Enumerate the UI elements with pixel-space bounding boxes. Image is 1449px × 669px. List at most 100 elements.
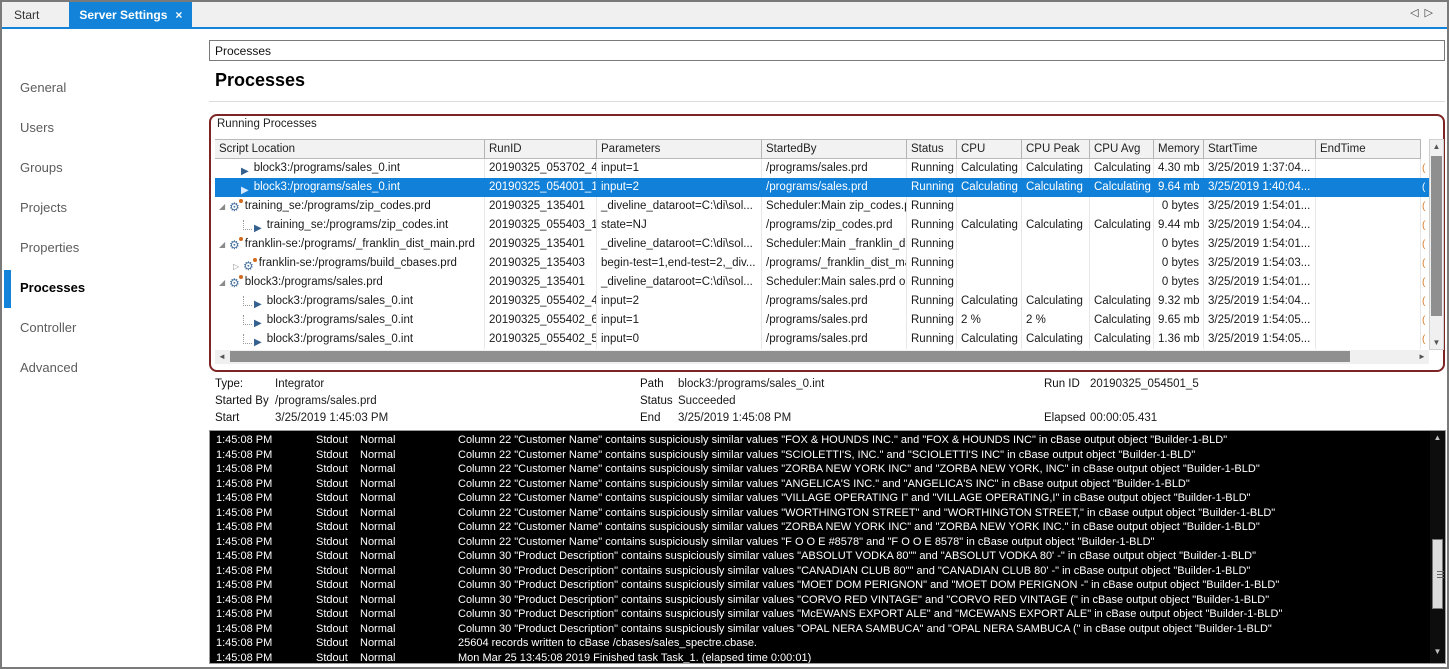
process-row[interactable]: ▶block3:/programs/sales_0.int20190325_05… (215, 311, 1429, 330)
log-line: 1:45:08 PMStdoutNormalColumn 22 "Custome… (210, 462, 1429, 477)
cell-cpu_avg: Calculating (1090, 330, 1154, 349)
column-header-cpu_avg[interactable]: CPU Avg (1090, 140, 1154, 158)
type-label: Type: (215, 378, 243, 390)
chevron-right-icon[interactable]: ▷ (1425, 7, 1439, 19)
cell-params: state=NJ (597, 216, 762, 235)
process-row[interactable]: ◢⚙block3:/programs/sales.prd20190325_135… (215, 273, 1429, 292)
cell-memory: 0 bytes (1154, 235, 1204, 254)
tab-bar: Start Server Settings × (2, 2, 1447, 29)
process-table-body: ▶block3:/programs/sales_0.int20190325_05… (215, 159, 1429, 350)
console-scroll-down-icon[interactable]: ▼ (1430, 645, 1445, 659)
cell-runid: 20190325_055403_1 (485, 216, 597, 235)
settings-search-input[interactable] (209, 40, 1445, 61)
vertical-scroll-thumb[interactable] (1431, 156, 1442, 316)
cell-params: begin-test=1,end-test=2,_div... (597, 254, 762, 273)
process-row[interactable]: ▶block3:/programs/sales_0.int20190325_05… (215, 330, 1429, 349)
process-row[interactable]: ▶training_se:/programs/zip_codes.int2019… (215, 216, 1429, 235)
run-id-value: 20190325_054501_5 (1090, 378, 1199, 390)
column-header-memory[interactable]: Memory (1154, 140, 1204, 158)
cell-end (1316, 292, 1421, 311)
tree-expanded-icon[interactable]: ◢ (219, 197, 229, 216)
cell-params: input=1 (597, 159, 762, 178)
console-scroll-thumb[interactable] (1432, 539, 1443, 609)
scroll-right-icon[interactable]: ► (1415, 350, 1429, 364)
tree-expanded-icon[interactable]: ◢ (219, 235, 229, 254)
sidebar-item-groups[interactable]: Groups (20, 160, 63, 180)
process-icon: ⚙ (229, 201, 240, 213)
tab-start[interactable]: Start (2, 2, 51, 27)
table-vertical-scrollbar[interactable]: ▲ ▼ (1429, 139, 1444, 350)
sidebar-item-general[interactable]: General (20, 80, 66, 100)
column-header-runid[interactable]: RunID (485, 140, 597, 158)
close-icon[interactable]: × (175, 8, 182, 22)
process-row[interactable]: ◢⚙training_se:/programs/zip_codes.prd201… (215, 197, 1429, 216)
cell-params: _diveline_dataroot=C:\di\sol... (597, 235, 762, 254)
cell-cpu (957, 235, 1022, 254)
clipped-column-glyph: ( (1422, 178, 1429, 197)
sidebar-item-processes[interactable]: Processes (20, 280, 85, 300)
sidebar-item-advanced[interactable]: Advanced (20, 360, 78, 380)
end-label: End (640, 412, 660, 424)
tree-collapsed-icon[interactable]: ▷ (233, 257, 243, 274)
chevron-left-icon[interactable]: ◁ (1410, 7, 1424, 19)
cell-end (1316, 235, 1421, 254)
sidebar-item-projects[interactable]: Projects (20, 200, 67, 220)
scroll-up-icon[interactable]: ▲ (1430, 140, 1443, 153)
title-divider (209, 101, 1445, 102)
cell-params: _diveline_dataroot=C:\di\sol... (597, 273, 762, 292)
table-horizontal-scrollbar[interactable]: ◄ ► (215, 350, 1429, 364)
tab-server-settings[interactable]: Server Settings × (69, 2, 192, 27)
log-stream: Stdout (316, 477, 348, 492)
log-level: Normal (360, 607, 395, 622)
process-row[interactable]: ◢⚙franklin-se:/programs/_franklin_dist_m… (215, 235, 1429, 254)
log-line: 1:45:08 PMStdoutNormalColumn 22 "Custome… (210, 535, 1429, 550)
cell-end (1316, 330, 1421, 349)
cell-start: 3/25/2019 1:54:05... (1204, 311, 1316, 330)
log-level: Normal (360, 520, 395, 535)
type-value: Integrator (275, 378, 324, 390)
column-header-startedby[interactable]: StartedBy (762, 140, 907, 158)
column-header-cpu_peak[interactable]: CPU Peak (1022, 140, 1090, 158)
cell-startedby: /programs/sales.prd (762, 311, 907, 330)
log-stream: Stdout (316, 433, 348, 448)
console-vertical-scrollbar[interactable]: ▲ ▼ (1430, 431, 1445, 663)
column-header-params[interactable]: Parameters (597, 140, 762, 158)
cell-status: Running (907, 311, 957, 330)
start-label: Start (215, 412, 239, 424)
detail-start: Start 3/25/2019 1:45:03 PM (215, 412, 239, 424)
sidebar-item-controller[interactable]: Controller (20, 320, 76, 340)
process-row[interactable]: ▶block3:/programs/sales_0.int20190325_05… (215, 292, 1429, 311)
log-time: 1:45:08 PM (216, 636, 272, 651)
cell-runid: 20190325_135401 (485, 197, 597, 216)
cell-start: 3/25/2019 1:37:04... (1204, 159, 1316, 178)
log-line: 1:45:08 PMStdoutNormalColumn 30 "Product… (210, 549, 1429, 564)
cell-startedby: Scheduler:Main _franklin_dis... (762, 235, 907, 254)
log-time: 1:45:08 PM (216, 578, 272, 593)
log-console[interactable]: 1:45:08 PMStdoutNormalColumn 22 "Custome… (209, 430, 1446, 664)
column-header-start[interactable]: StartTime (1204, 140, 1316, 158)
cell-status: Running (907, 254, 957, 273)
clipped-column-glyph: ( (1422, 292, 1429, 311)
console-scroll-up-icon[interactable]: ▲ (1430, 431, 1445, 445)
scroll-down-icon[interactable]: ▼ (1430, 336, 1443, 349)
column-header-cpu[interactable]: CPU (957, 140, 1022, 158)
log-line: 1:45:08 PMStdoutNormalColumn 30 "Product… (210, 578, 1429, 593)
sidebar-item-properties[interactable]: Properties (20, 240, 79, 260)
column-header-end[interactable]: EndTime (1316, 140, 1421, 158)
sidebar-item-users[interactable]: Users (20, 120, 54, 140)
cell-cpu_avg: Calculating (1090, 311, 1154, 330)
process-row[interactable]: ▶block3:/programs/sales_0.int20190325_05… (215, 159, 1429, 178)
clipped-column-glyph: ( (1422, 159, 1429, 178)
scroll-left-icon[interactable]: ◄ (215, 350, 229, 364)
cell-cpu: Calculating (957, 292, 1022, 311)
process-row[interactable]: ▶block3:/programs/sales_0.int20190325_05… (215, 178, 1429, 197)
column-header-status[interactable]: Status (907, 140, 957, 158)
horizontal-scroll-thumb[interactable] (230, 351, 1350, 362)
cell-params: input=2 (597, 178, 762, 197)
column-header-script[interactable]: Script Location (215, 140, 485, 158)
clipped-column-glyph: ( (1422, 197, 1429, 216)
cell-memory: 0 bytes (1154, 273, 1204, 292)
tree-expanded-icon[interactable]: ◢ (219, 273, 229, 292)
process-row[interactable]: ▷⚙franklin-se:/programs/build_cbases.prd… (215, 254, 1429, 273)
cell-cpu_peak (1022, 254, 1090, 273)
